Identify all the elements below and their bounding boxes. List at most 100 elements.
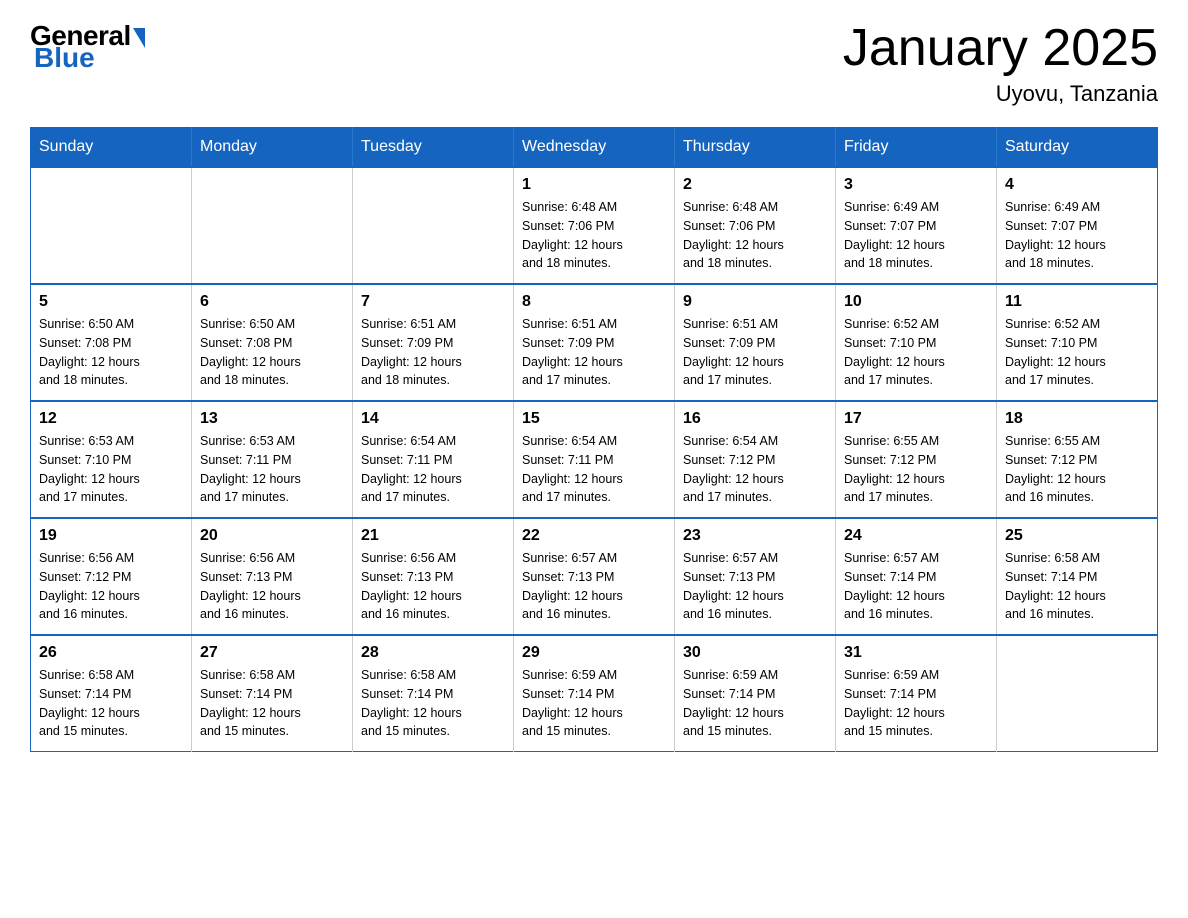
day-number: 28 (361, 644, 505, 662)
day-number: 31 (844, 644, 988, 662)
day-info: Sunrise: 6:50 AM Sunset: 7:08 PM Dayligh… (39, 315, 183, 390)
day-info: Sunrise: 6:51 AM Sunset: 7:09 PM Dayligh… (683, 315, 827, 390)
calendar-cell: 8Sunrise: 6:51 AM Sunset: 7:09 PM Daylig… (514, 284, 675, 401)
calendar-week-5: 26 Sunrise: 6:58 AM Sunset: 7:14 PM Dayli… (31, 635, 1158, 752)
page-header: General Blue January 2025 Uyovu, Tanzani… (30, 20, 1158, 107)
day-number: 26 (39, 644, 183, 662)
day-info: Sunrise: 6:55 AM Sunset: 7:12 PM Dayligh… (1005, 432, 1149, 507)
calendar-cell (31, 167, 192, 284)
calendar-cell: 30 Sunrise: 6:59 AM Sunset: 7:14 PM Dayli… (675, 635, 836, 752)
day-info: Sunrise: 6:58 AM Sunset: 7:14 PM Dayligh… (361, 666, 505, 741)
day-number: 22 (522, 527, 666, 545)
calendar-cell: 12 Sunrise: 6:53 AM Sunset: 7:10 PM Dayli… (31, 401, 192, 518)
page-title: January 2025 (843, 20, 1158, 77)
day-number: 23 (683, 527, 827, 545)
day-number: 10 (844, 293, 988, 311)
day-number: 1 (522, 176, 666, 194)
day-number: 20 (200, 527, 344, 545)
column-header-friday: Friday (836, 128, 997, 168)
day-info: Sunrise: 6:52 AM Sunset: 7:10 PM Dayligh… (844, 315, 988, 390)
calendar-week-1: 1 Sunrise: 6:48 AM Sunset: 7:06 PM Daylig… (31, 167, 1158, 284)
day-number: 4 (1005, 176, 1149, 194)
calendar-cell: 24 Sunrise: 6:57 AM Sunset: 7:14 PM Dayli… (836, 518, 997, 635)
calendar-cell: 25 Sunrise: 6:58 AM Sunset: 7:14 PM Dayli… (997, 518, 1158, 635)
day-info: Sunrise: 6:52 AM Sunset: 7:10 PM Dayligh… (1005, 315, 1149, 390)
day-info: Sunrise: 6:57 AM Sunset: 7:13 PM Dayligh… (683, 549, 827, 624)
calendar-week-2: 5 Sunrise: 6:50 AM Sunset: 7:08 PM Daylig… (31, 284, 1158, 401)
day-info: Sunrise: 6:59 AM Sunset: 7:14 PM Dayligh… (522, 666, 666, 741)
calendar-cell: 20 Sunrise: 6:56 AM Sunset: 7:13 PM Dayli… (192, 518, 353, 635)
page-subtitle: Uyovu, Tanzania (843, 81, 1158, 107)
calendar-cell: 16 Sunrise: 6:54 AM Sunset: 7:12 PM Dayli… (675, 401, 836, 518)
calendar-cell (353, 167, 514, 284)
column-header-saturday: Saturday (997, 128, 1158, 168)
title-section: January 2025 Uyovu, Tanzania (843, 20, 1158, 107)
day-info: Sunrise: 6:58 AM Sunset: 7:14 PM Dayligh… (39, 666, 183, 741)
calendar-cell (192, 167, 353, 284)
calendar-cell: 15Sunrise: 6:54 AM Sunset: 7:11 PM Dayli… (514, 401, 675, 518)
day-number: 17 (844, 410, 988, 428)
day-number: 3 (844, 176, 988, 194)
calendar-week-4: 19 Sunrise: 6:56 AM Sunset: 7:12 PM Dayli… (31, 518, 1158, 635)
day-number: 16 (683, 410, 827, 428)
day-info: Sunrise: 6:59 AM Sunset: 7:14 PM Dayligh… (683, 666, 827, 741)
day-info: Sunrise: 6:48 AM Sunset: 7:06 PM Dayligh… (683, 198, 827, 273)
day-info: Sunrise: 6:53 AM Sunset: 7:11 PM Dayligh… (200, 432, 344, 507)
day-number: 2 (683, 176, 827, 194)
day-info: Sunrise: 6:48 AM Sunset: 7:06 PM Dayligh… (522, 198, 666, 273)
day-info: Sunrise: 6:58 AM Sunset: 7:14 PM Dayligh… (1005, 549, 1149, 624)
day-number: 12 (39, 410, 183, 428)
day-info: Sunrise: 6:56 AM Sunset: 7:13 PM Dayligh… (200, 549, 344, 624)
day-info: Sunrise: 6:58 AM Sunset: 7:14 PM Dayligh… (200, 666, 344, 741)
calendar-cell: 21Sunrise: 6:56 AM Sunset: 7:13 PM Dayli… (353, 518, 514, 635)
logo-blue-text: Blue (34, 42, 95, 74)
day-info: Sunrise: 6:49 AM Sunset: 7:07 PM Dayligh… (1005, 198, 1149, 273)
calendar-cell (997, 635, 1158, 752)
day-number: 8 (522, 293, 666, 311)
day-number: 25 (1005, 527, 1149, 545)
calendar-cell: 2 Sunrise: 6:48 AM Sunset: 7:06 PM Daylig… (675, 167, 836, 284)
day-number: 15 (522, 410, 666, 428)
day-number: 13 (200, 410, 344, 428)
calendar-cell: 31 Sunrise: 6:59 AM Sunset: 7:14 PM Dayli… (836, 635, 997, 752)
day-info: Sunrise: 6:51 AM Sunset: 7:09 PM Dayligh… (361, 315, 505, 390)
day-info: Sunrise: 6:56 AM Sunset: 7:12 PM Dayligh… (39, 549, 183, 624)
day-info: Sunrise: 6:59 AM Sunset: 7:14 PM Dayligh… (844, 666, 988, 741)
day-info: Sunrise: 6:53 AM Sunset: 7:10 PM Dayligh… (39, 432, 183, 507)
calendar-cell: 23 Sunrise: 6:57 AM Sunset: 7:13 PM Dayli… (675, 518, 836, 635)
day-info: Sunrise: 6:54 AM Sunset: 7:12 PM Dayligh… (683, 432, 827, 507)
logo: General Blue (30, 20, 145, 74)
column-header-tuesday: Tuesday (353, 128, 514, 168)
calendar-cell: 11Sunrise: 6:52 AM Sunset: 7:10 PM Dayli… (997, 284, 1158, 401)
day-info: Sunrise: 6:57 AM Sunset: 7:14 PM Dayligh… (844, 549, 988, 624)
calendar-cell: 17 Sunrise: 6:55 AM Sunset: 7:12 PM Dayli… (836, 401, 997, 518)
day-info: Sunrise: 6:54 AM Sunset: 7:11 PM Dayligh… (361, 432, 505, 507)
day-info: Sunrise: 6:57 AM Sunset: 7:13 PM Dayligh… (522, 549, 666, 624)
calendar-cell: 10 Sunrise: 6:52 AM Sunset: 7:10 PM Dayli… (836, 284, 997, 401)
day-number: 30 (683, 644, 827, 662)
calendar-table: SundayMondayTuesdayWednesdayThursdayFrid… (30, 127, 1158, 752)
day-number: 21 (361, 527, 505, 545)
calendar-cell: 13 Sunrise: 6:53 AM Sunset: 7:11 PM Dayli… (192, 401, 353, 518)
day-number: 5 (39, 293, 183, 311)
calendar-cell: 22 Sunrise: 6:57 AM Sunset: 7:13 PM Dayli… (514, 518, 675, 635)
calendar-cell: 5 Sunrise: 6:50 AM Sunset: 7:08 PM Daylig… (31, 284, 192, 401)
day-info: Sunrise: 6:50 AM Sunset: 7:08 PM Dayligh… (200, 315, 344, 390)
calendar-cell: 27Sunrise: 6:58 AM Sunset: 7:14 PM Dayli… (192, 635, 353, 752)
day-info: Sunrise: 6:55 AM Sunset: 7:12 PM Dayligh… (844, 432, 988, 507)
calendar-cell: 14Sunrise: 6:54 AM Sunset: 7:11 PM Dayli… (353, 401, 514, 518)
day-number: 29 (522, 644, 666, 662)
column-header-sunday: Sunday (31, 128, 192, 168)
column-header-wednesday: Wednesday (514, 128, 675, 168)
calendar-cell: 19 Sunrise: 6:56 AM Sunset: 7:12 PM Dayli… (31, 518, 192, 635)
calendar-cell: 29 Sunrise: 6:59 AM Sunset: 7:14 PM Dayli… (514, 635, 675, 752)
calendar-cell: 28 Sunrise: 6:58 AM Sunset: 7:14 PM Dayli… (353, 635, 514, 752)
calendar-week-3: 12 Sunrise: 6:53 AM Sunset: 7:10 PM Dayli… (31, 401, 1158, 518)
logo-triangle-icon (133, 28, 145, 48)
calendar-cell: 4 Sunrise: 6:49 AM Sunset: 7:07 PM Daylig… (997, 167, 1158, 284)
calendar-cell: 26 Sunrise: 6:58 AM Sunset: 7:14 PM Dayli… (31, 635, 192, 752)
day-number: 19 (39, 527, 183, 545)
column-header-thursday: Thursday (675, 128, 836, 168)
day-number: 24 (844, 527, 988, 545)
day-number: 18 (1005, 410, 1149, 428)
